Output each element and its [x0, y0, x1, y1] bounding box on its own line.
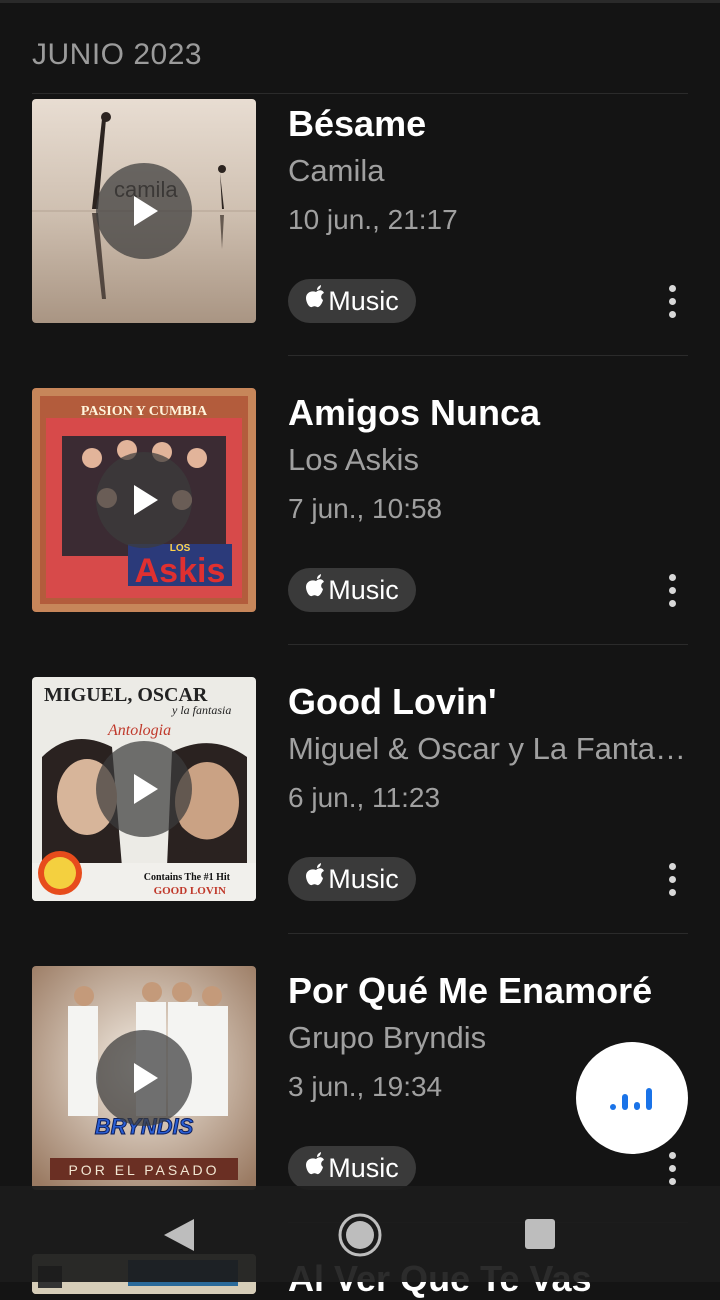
song-artist: Camila — [288, 153, 385, 188]
divider — [288, 933, 688, 934]
song-date: 3 jun., 19:34 — [288, 1071, 443, 1102]
play-icon — [134, 1063, 158, 1093]
song-date: 6 jun., 11:23 — [288, 782, 441, 813]
badge-label: Music — [328, 1152, 399, 1183]
cover-note2: GOOD LOVIN — [154, 885, 226, 897]
section-header: JUNIO 2023 — [32, 38, 203, 71]
song-title: Bésame — [288, 103, 427, 144]
audio-bars-icon — [610, 1088, 652, 1110]
apple-music-button[interactable]: Music — [288, 279, 416, 323]
apple-music-button[interactable]: Music — [288, 857, 416, 901]
badge-label: Music — [328, 285, 399, 316]
home-icon[interactable] — [337, 1212, 383, 1258]
song-date: 10 jun., 21:17 — [288, 204, 458, 235]
album-art[interactable]: MIGUEL, OSCAR y la fantasia Antologia Co… — [32, 677, 256, 901]
badge-label: Music — [328, 863, 399, 894]
more-options-icon[interactable] — [656, 1146, 688, 1190]
album-art[interactable]: PASION Y CUMBIA LOS Askis — [32, 388, 256, 612]
apple-icon — [305, 862, 327, 896]
cover-sub: y la fantasia — [171, 703, 231, 717]
more-options-icon[interactable] — [656, 568, 688, 612]
play-button[interactable] — [96, 1030, 192, 1126]
divider — [288, 355, 688, 356]
more-options-icon[interactable] — [656, 857, 688, 901]
cover-text: PASION Y CUMBIA — [81, 404, 208, 419]
play-button[interactable] — [96, 452, 192, 548]
song-artist: Los Askis — [288, 442, 419, 477]
apple-music-button[interactable]: Music — [288, 1146, 416, 1190]
more-options-icon[interactable] — [656, 279, 688, 323]
album-art[interactable]: BRYNDIS POR EL PASADO — [32, 966, 256, 1190]
apple-icon — [305, 573, 327, 607]
song-row[interactable]: MIGUEL, OSCAR y la fantasia Antologia Co… — [0, 677, 720, 966]
recent-apps-icon[interactable] — [525, 1219, 555, 1249]
song-title: Good Lovin' — [288, 681, 497, 722]
back-icon[interactable] — [162, 1217, 196, 1253]
badge-label: Music — [328, 574, 399, 605]
song-title: Por Qué Me Enamoré — [288, 970, 653, 1011]
system-nav-bar — [0, 1186, 720, 1282]
apple-icon — [305, 284, 327, 318]
cover-text: POR EL PASADO — [68, 1162, 219, 1178]
album-art[interactable]: camila — [32, 99, 256, 323]
cover-tag: Antologia — [107, 722, 171, 739]
song-title: Amigos Nunca — [288, 392, 541, 433]
divider — [32, 93, 688, 94]
play-button[interactable] — [96, 741, 192, 837]
play-icon — [134, 774, 158, 804]
song-artist: Miguel & Oscar y La Fantasía — [288, 731, 688, 766]
play-icon — [134, 196, 158, 226]
apple-music-button[interactable]: Music — [288, 568, 416, 612]
song-row[interactable]: camila Bésame Camila 10 jun., 21:17 Musi… — [0, 99, 720, 388]
cover-note1: Contains The #1 Hit — [144, 872, 231, 883]
divider — [288, 644, 688, 645]
play-button[interactable] — [96, 163, 192, 259]
shazam-library-button[interactable] — [576, 1042, 688, 1154]
play-icon — [134, 485, 158, 515]
cover-logo: Askis — [135, 552, 226, 590]
apple-icon — [305, 1151, 327, 1185]
song-date: 7 jun., 10:58 — [288, 493, 443, 524]
song-row[interactable]: PASION Y CUMBIA LOS Askis Amigos Nunca L… — [0, 388, 720, 677]
top-divider — [0, 0, 720, 3]
